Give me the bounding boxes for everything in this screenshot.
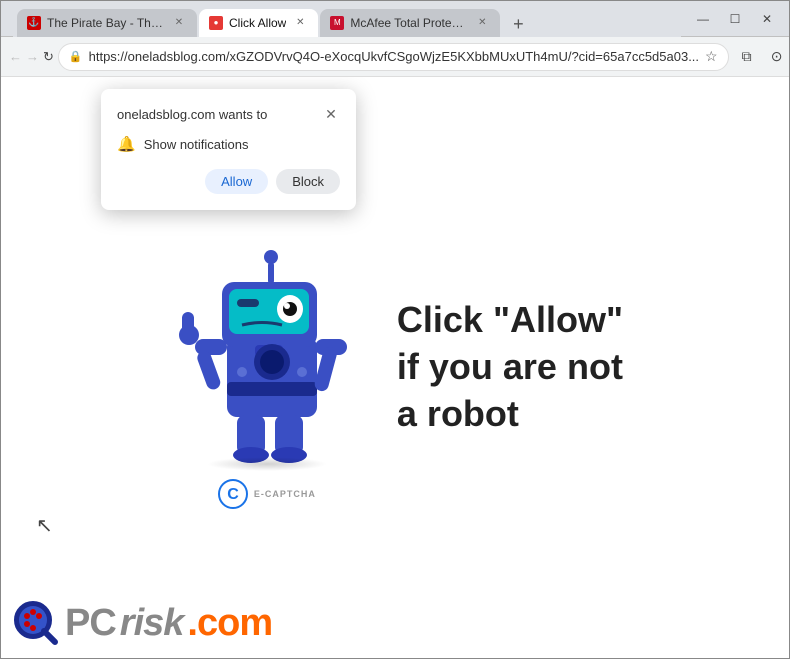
popup-option-label: Show notifications bbox=[144, 137, 249, 152]
back-button[interactable]: ← bbox=[9, 44, 22, 70]
tab-clickallow[interactable]: ● Click Allow ✕ bbox=[199, 9, 318, 37]
page-content: oneladsblog.com wants to ✕ 🔔 Show notifi… bbox=[1, 77, 789, 658]
close-button[interactable]: ✕ bbox=[753, 5, 781, 33]
pcrisk-footer: PC risk .com bbox=[11, 598, 272, 648]
window-controls: — ☐ ✕ bbox=[689, 5, 781, 33]
bookmark-star-icon[interactable]: ☆ bbox=[705, 48, 718, 65]
mcafee-favicon: M bbox=[330, 16, 344, 30]
tab-mcafee-close[interactable]: ✕ bbox=[474, 15, 490, 31]
forward-button[interactable]: → bbox=[26, 44, 39, 70]
tab-piratebay-title: The Pirate Bay - The galaxy's m... bbox=[47, 16, 165, 30]
main-text-line1: Click "Allow" bbox=[397, 297, 623, 344]
title-bar: ⚓ The Pirate Bay - The galaxy's m... ✕ ●… bbox=[1, 1, 789, 37]
popup-site-title: oneladsblog.com wants to bbox=[117, 107, 267, 122]
robot-shadow bbox=[207, 457, 327, 471]
allow-button[interactable]: Allow bbox=[205, 169, 268, 194]
main-text-line2: if you are not bbox=[397, 344, 623, 391]
robot-illustration bbox=[167, 227, 367, 467]
block-button[interactable]: Block bbox=[276, 169, 340, 194]
tabs-bar: ⚓ The Pirate Bay - The galaxy's m... ✕ ●… bbox=[13, 1, 681, 37]
maximize-button[interactable]: ☐ bbox=[721, 5, 749, 33]
popup-buttons: Allow Block bbox=[117, 169, 340, 194]
clickallow-favicon: ● bbox=[209, 16, 223, 30]
tab-mcafee[interactable]: M McAfee Total Protection ✕ bbox=[320, 9, 500, 37]
tab-piratebay-close[interactable]: ✕ bbox=[171, 15, 187, 31]
pcrisk-dotcom: .com bbox=[187, 602, 272, 645]
svg-text:C: C bbox=[227, 486, 239, 503]
lock-icon: 🔒 bbox=[69, 50, 83, 63]
minimize-button[interactable]: — bbox=[689, 5, 717, 33]
popup-header: oneladsblog.com wants to ✕ bbox=[117, 105, 340, 123]
robot-column: C E-CAPTCHA bbox=[167, 227, 367, 509]
main-message: Click "Allow" if you are not a robot bbox=[397, 297, 623, 437]
tab-piratebay[interactable]: ⚓ The Pirate Bay - The galaxy's m... ✕ bbox=[17, 9, 197, 37]
address-bar: ← → ↻ 🔒 https://oneladsblog.com/xGZODVrv… bbox=[1, 37, 789, 77]
pcrisk-pc: PC bbox=[65, 602, 116, 645]
piratebay-favicon: ⚓ bbox=[27, 16, 41, 30]
ecaptcha-logo: C bbox=[218, 479, 248, 509]
profile-button[interactable]: ⊙ bbox=[763, 43, 790, 71]
popup-option: 🔔 Show notifications bbox=[117, 135, 340, 153]
main-text-line3: a robot bbox=[397, 391, 623, 438]
ecaptcha-section: C E-CAPTCHA bbox=[218, 479, 316, 509]
url-bar[interactable]: 🔒 https://oneladsblog.com/xGZODVrvQ4O-eX… bbox=[58, 43, 729, 71]
pcrisk-risk: risk bbox=[120, 602, 184, 645]
cursor-indicator: ↖ bbox=[36, 513, 53, 538]
text-column: Click "Allow" if you are not a robot bbox=[397, 297, 623, 437]
notification-popup: oneladsblog.com wants to ✕ 🔔 Show notifi… bbox=[101, 89, 356, 210]
refresh-button[interactable]: ↻ bbox=[43, 44, 54, 70]
toolbar-right: ⧉ ⊙ ⋮ bbox=[733, 43, 790, 71]
tab-mcafee-title: McAfee Total Protection bbox=[350, 16, 468, 30]
popup-close-button[interactable]: ✕ bbox=[322, 105, 340, 123]
browser-window: ⚓ The Pirate Bay - The galaxy's m... ✕ ●… bbox=[0, 0, 790, 659]
pcrisk-icon bbox=[11, 598, 61, 648]
tab-clickallow-title: Click Allow bbox=[229, 16, 286, 30]
new-tab-button[interactable]: + bbox=[506, 13, 530, 37]
extensions-button[interactable]: ⧉ bbox=[733, 43, 761, 71]
ecaptcha-label: E-CAPTCHA bbox=[254, 489, 316, 499]
bell-icon: 🔔 bbox=[117, 135, 136, 153]
tab-clickallow-close[interactable]: ✕ bbox=[292, 15, 308, 31]
url-text: https://oneladsblog.com/xGZODVrvQ4O-eXoc… bbox=[89, 49, 699, 64]
